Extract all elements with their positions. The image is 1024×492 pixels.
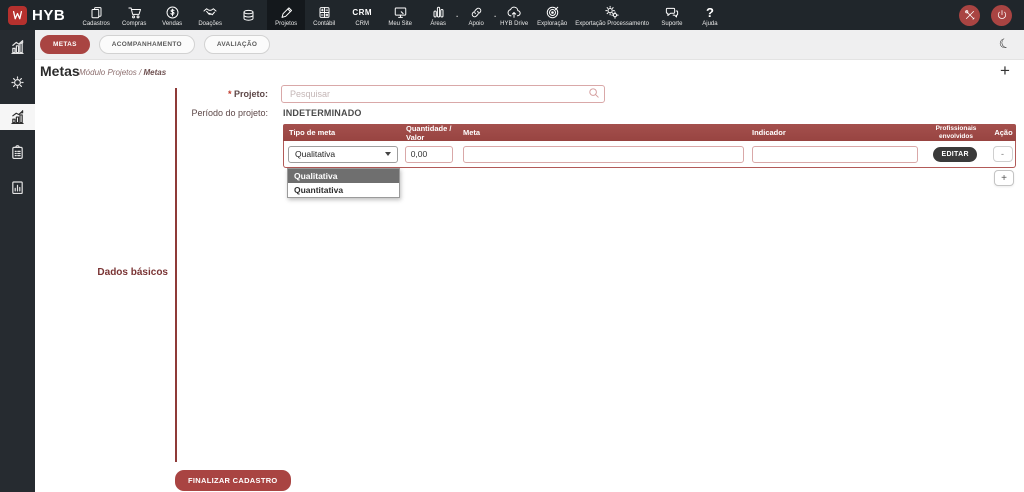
gears-icon <box>604 5 620 20</box>
dark-mode-toggle-icon[interactable]: ☾ <box>997 35 1012 53</box>
sidebar <box>0 30 35 492</box>
logout-power-button[interactable] <box>991 5 1012 26</box>
hyb-logo-icon <box>8 6 27 25</box>
indicador-input[interactable] <box>752 146 918 163</box>
idea-gear-icon <box>9 74 26 91</box>
tipo-de-meta-select[interactable]: Qualitativa <box>288 146 398 163</box>
section-divider-line <box>175 88 177 462</box>
dropdown-option-quantitativa[interactable]: Quantitativa <box>288 183 399 197</box>
periodo-value: INDETERMINADO <box>283 108 362 118</box>
projeto-search-input[interactable] <box>281 85 605 103</box>
documents-icon <box>89 5 104 20</box>
menu-item-exploracao[interactable]: Exploração <box>533 0 571 30</box>
topbar-menu: Cadastros Compras Vendas Doações Projeto… <box>77 0 729 30</box>
header-tipo-de-meta: Tipo de meta <box>283 128 400 137</box>
add-button-top[interactable]: + <box>996 61 1014 81</box>
pencil-icon <box>279 5 294 20</box>
menu-item-hyb-drive[interactable]: HYB Drive <box>495 0 533 30</box>
menu-item-ajuda[interactable]: ? Ajuda <box>691 0 729 30</box>
tab-acompanhamento[interactable]: ACOMPANHAMENTO <box>99 35 195 54</box>
sidebar-item-analytics[interactable] <box>0 34 35 60</box>
dollar-icon <box>165 5 180 20</box>
menu-item-meu-site[interactable]: Meu Site <box>381 0 419 30</box>
breadcrumb: Módulo Projetos / Metas <box>79 68 166 77</box>
menu-item-contabil[interactable]: Contábil <box>305 0 343 30</box>
menu-item-doacoes[interactable]: Doações <box>191 0 229 30</box>
tab-avaliacao[interactable]: AVALIAÇÃO <box>204 35 270 54</box>
menu-item-compras[interactable]: Compras <box>115 0 153 30</box>
handshake-icon <box>202 5 218 20</box>
menu-item-exportacao-processamento[interactable]: Exportação Processamento <box>571 0 653 30</box>
app-logo-text: HYB <box>32 7 65 24</box>
growth-chart-icon <box>9 109 26 126</box>
tab-metas[interactable]: METAS <box>40 35 90 54</box>
projeto-search-wrap <box>281 84 605 102</box>
app-logo[interactable]: HYB <box>0 0 77 30</box>
header-acao: Ação <box>991 128 1016 137</box>
topbar-actions <box>959 0 1024 30</box>
menu-item-areas[interactable]: Áreas . <box>419 0 457 30</box>
menu-item-apoio[interactable]: Apoio . <box>457 0 495 30</box>
menu-item-vendas[interactable]: Vendas <box>153 0 191 30</box>
add-row-button[interactable]: + <box>994 170 1014 186</box>
metas-table: Tipo de meta Quantidade / Valor Meta Ind… <box>283 124 1016 168</box>
table-row: Qualitativa EDITAR - <box>283 141 1016 168</box>
chat-icon <box>664 5 680 20</box>
header-meta: Meta <box>457 128 746 137</box>
editar-button[interactable]: EDITAR <box>933 147 976 162</box>
tools-icon <box>964 9 976 21</box>
menu-item-financeiro[interactable] <box>229 0 267 30</box>
clipboard-check-icon <box>9 144 26 161</box>
menu-item-projetos[interactable]: Projetos <box>267 0 305 30</box>
dropdown-option-qualitativa[interactable]: Qualitativa <box>288 169 399 183</box>
tipo-de-meta-dropdown: Qualitativa Quantitativa <box>287 168 400 198</box>
report-document-icon <box>9 179 26 196</box>
columns-icon <box>431 5 446 20</box>
topbar: HYB Cadastros Compras Vendas Doações Pro… <box>0 0 1024 30</box>
tipo-de-meta-selected-value: Qualitativa <box>295 149 335 159</box>
analytics-icon <box>9 39 26 56</box>
breadcrumb-current: Metas <box>143 68 166 77</box>
sidebar-item-reports[interactable] <box>0 174 35 200</box>
tabbar: METAS ACOMPANHAMENTO AVALIAÇÃO ☾ <box>35 30 1024 60</box>
required-asterisk: * <box>228 89 232 99</box>
table-header-row: Tipo de meta Quantidade / Valor Meta Ind… <box>283 124 1016 141</box>
question-icon: ? <box>706 5 714 20</box>
meta-input[interactable] <box>463 146 744 163</box>
finalizar-cadastro-button[interactable]: FINALIZAR CADASTRO <box>175 470 291 491</box>
search-icon <box>588 87 600 99</box>
calculator-icon <box>317 5 332 20</box>
target-icon <box>545 5 560 20</box>
page-title: Metas <box>40 63 80 79</box>
menu-item-crm[interactable]: CRM CRM <box>343 0 381 30</box>
settings-tools-button[interactable] <box>959 5 980 26</box>
sidebar-item-metas[interactable] <box>0 104 35 130</box>
power-icon <box>996 9 1008 21</box>
header-profissionais-envolvidos: Profissionais envolvidos <box>921 125 991 140</box>
cloud-upload-icon <box>506 5 522 20</box>
remove-row-button[interactable]: - <box>993 146 1013 162</box>
sidebar-item-idea[interactable] <box>0 69 35 95</box>
header-quantidade-valor: Quantidade / Valor <box>400 124 457 142</box>
menu-item-cadastros[interactable]: Cadastros <box>77 0 115 30</box>
breadcrumb-prefix: Módulo Projetos / <box>79 68 143 77</box>
periodo-label: Período do projeto: <box>110 108 268 118</box>
crm-text-icon: CRM <box>352 5 372 20</box>
header-indicador: Indicador <box>746 128 921 137</box>
cart-icon <box>127 5 142 20</box>
link-icon <box>469 5 484 20</box>
chevron-down-icon <box>385 152 391 156</box>
projeto-label: * Projeto: <box>110 89 268 99</box>
coins-icon <box>241 8 256 23</box>
menu-item-suporte[interactable]: Suporte <box>653 0 691 30</box>
sidebar-item-checklist[interactable] <box>0 139 35 165</box>
monitor-icon <box>393 5 408 20</box>
quantidade-valor-input[interactable] <box>405 146 453 163</box>
